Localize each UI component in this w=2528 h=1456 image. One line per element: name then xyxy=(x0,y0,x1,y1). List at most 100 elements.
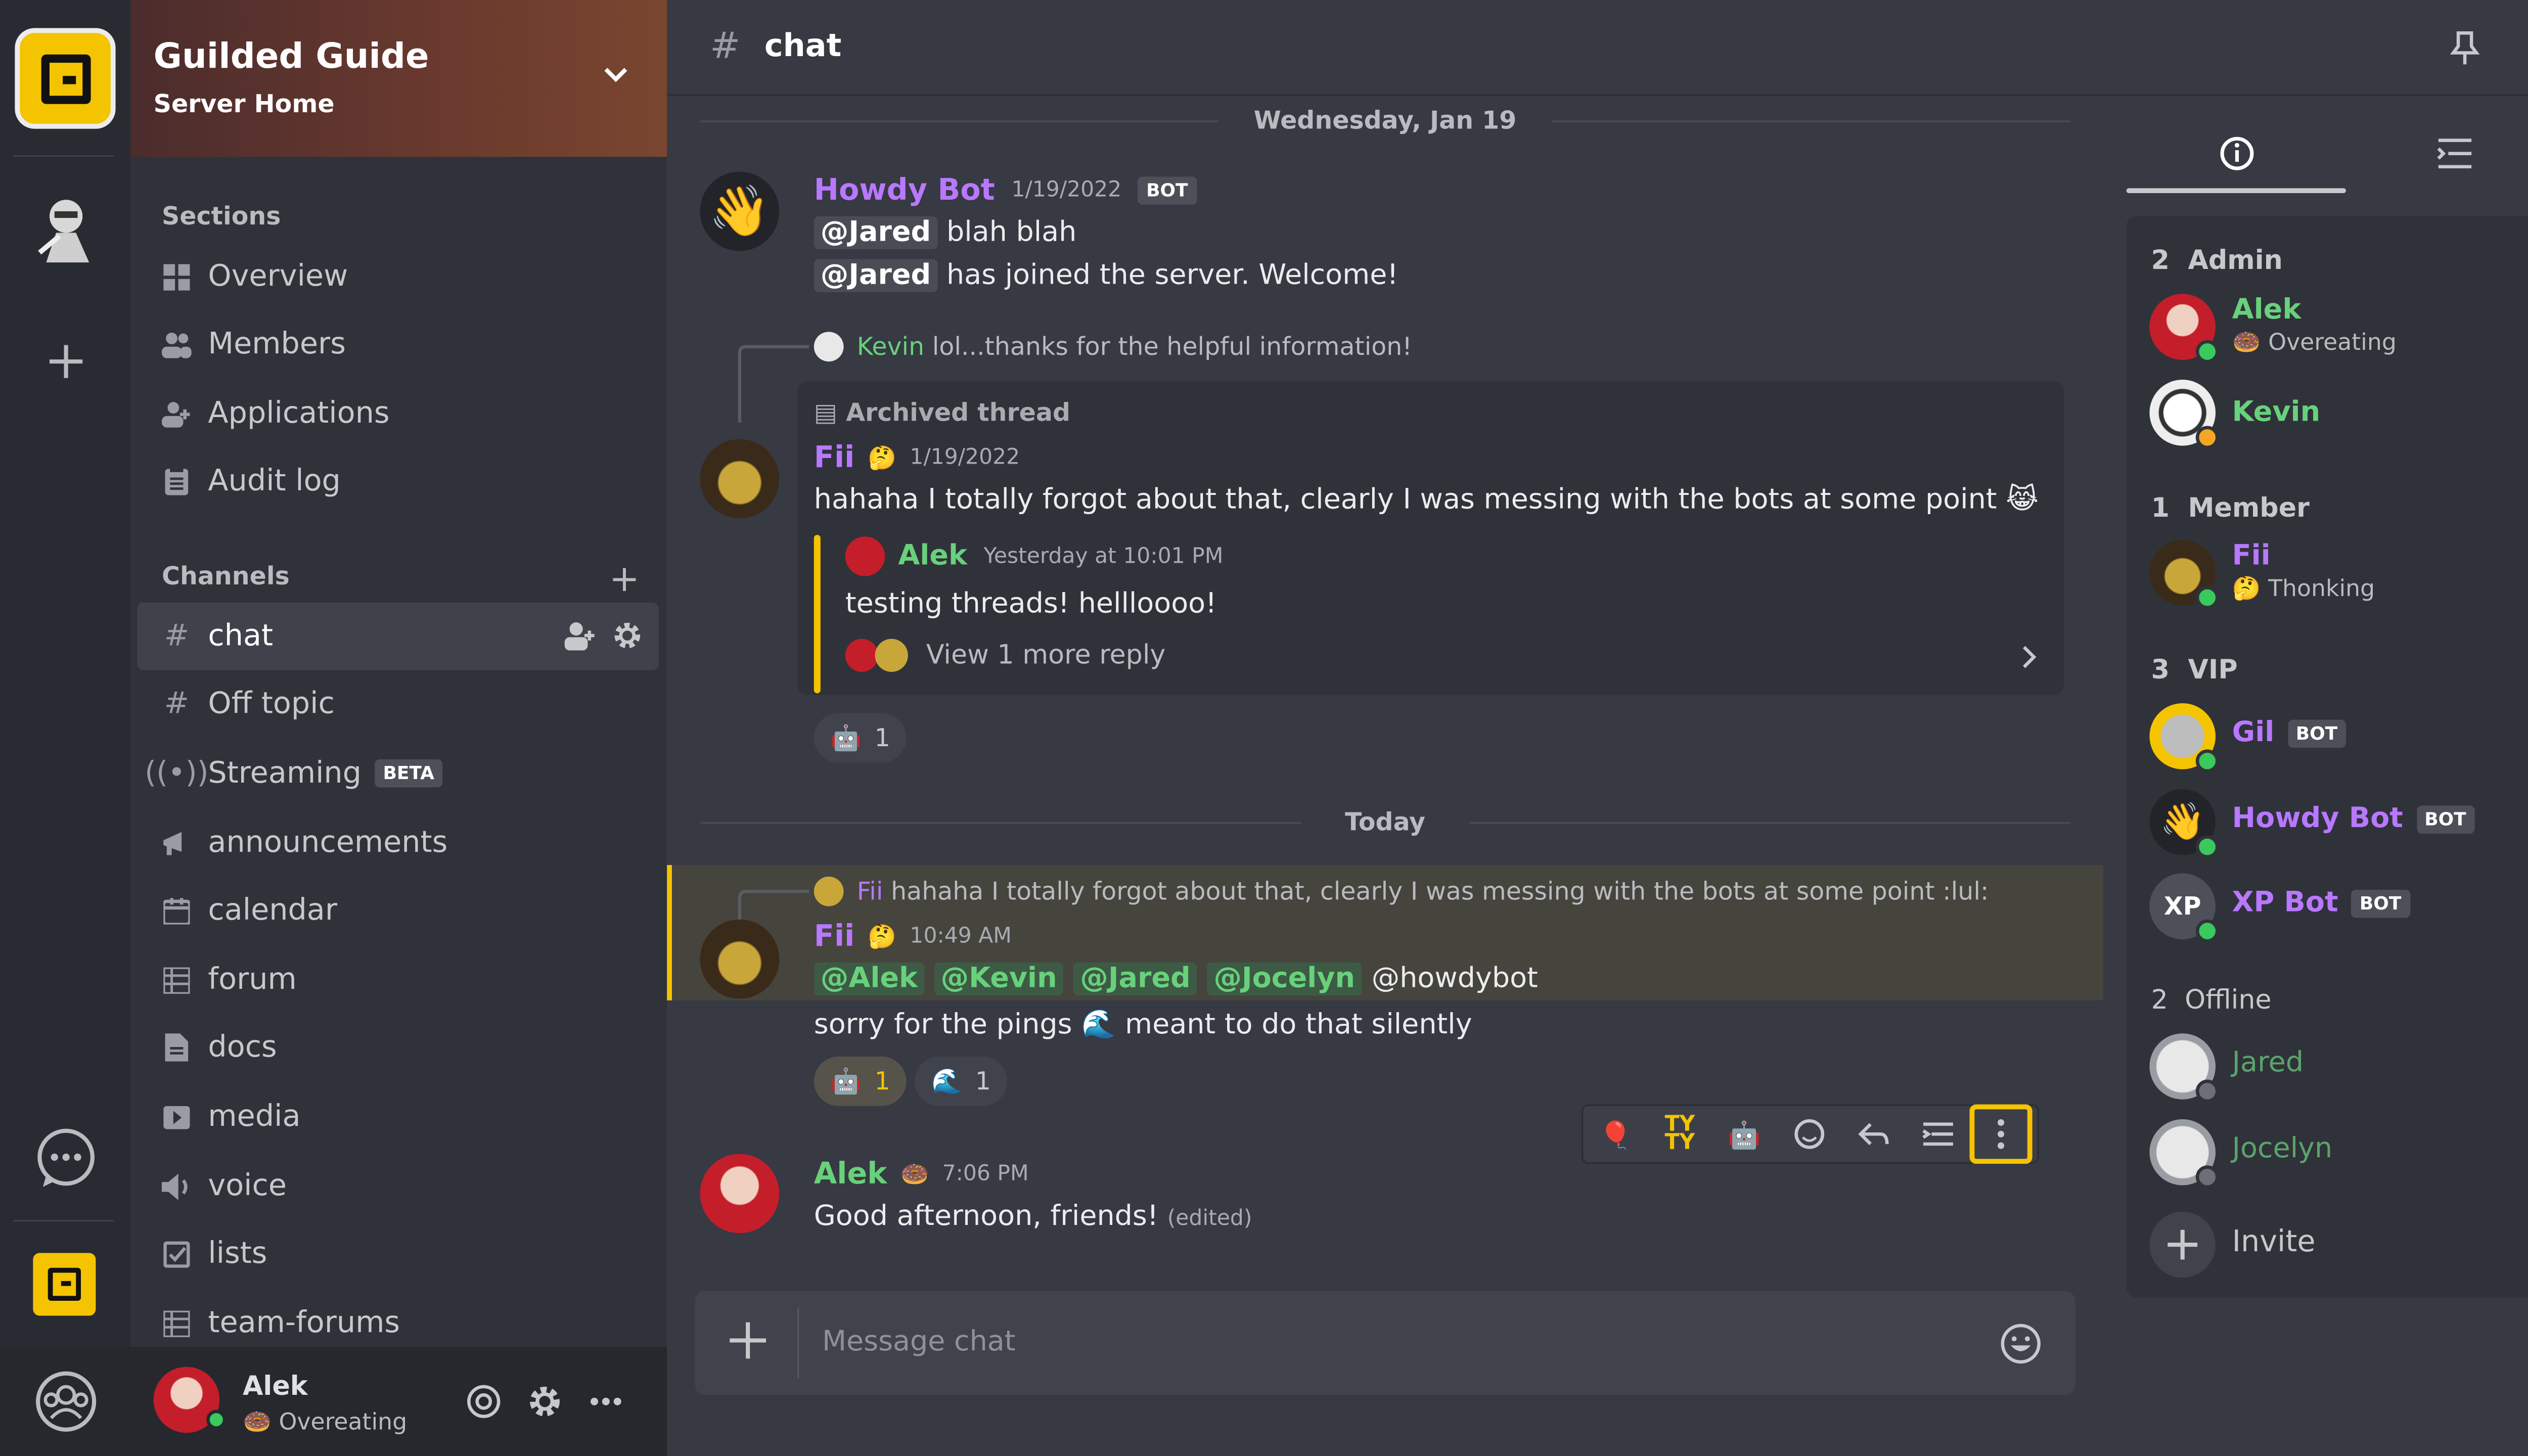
channel-calendar[interactable]: calendar xyxy=(137,877,659,944)
server-icon-knight[interactable] xyxy=(0,185,130,274)
member-item[interactable]: Kevin xyxy=(2149,380,2528,452)
emote-icon: 😹 xyxy=(2006,483,2039,517)
info-icon[interactable] xyxy=(2204,129,2270,178)
server-header[interactable]: Guilded Guide Server Home xyxy=(130,0,667,157)
bot-badge: BOT xyxy=(2287,719,2346,747)
member-status: 🍩 Overeating xyxy=(2232,330,2397,357)
message-input[interactable] xyxy=(822,1315,1945,1369)
member-name-row: XP Bot BOT xyxy=(2232,886,2410,920)
channel-lists[interactable]: lists xyxy=(137,1220,659,1288)
channel-label: team-forums xyxy=(208,1305,400,1341)
guilded-home-button[interactable] xyxy=(15,28,116,129)
nav-item-audit-log[interactable]: Audit log xyxy=(137,447,659,515)
reply-author[interactable]: Alek xyxy=(898,540,967,573)
server-sidebar: Guilded Guide Server Home Sections Overv… xyxy=(130,0,667,1456)
chevron-right-icon[interactable] xyxy=(2021,646,2038,669)
channel-chat[interactable]: # chat xyxy=(137,602,659,670)
nav-item-overview[interactable]: Overview xyxy=(137,243,659,310)
more-vertical-icon[interactable] xyxy=(1969,1104,2033,1164)
member-item[interactable]: Gil BOT xyxy=(2149,703,2528,776)
nav-item-applications[interactable]: Applications xyxy=(137,380,659,447)
avatar[interactable] xyxy=(700,439,780,519)
message-author[interactable]: Fii xyxy=(814,441,854,476)
member-name: Howdy Bot xyxy=(2232,802,2403,836)
message-author[interactable]: Fii xyxy=(814,920,854,954)
server-name: Guilded Guide xyxy=(153,36,429,76)
reaction[interactable]: 🤖 1 xyxy=(814,1056,907,1106)
avatar[interactable] xyxy=(700,1154,780,1234)
reaction[interactable]: 🌊 1 xyxy=(914,1056,1008,1106)
channel-off-topic[interactable]: # Off topic xyxy=(137,670,659,738)
user-mention[interactable]: @Alek xyxy=(814,962,925,995)
more-vertical-icon[interactable] xyxy=(2526,28,2528,68)
add-server-button[interactable] xyxy=(0,337,130,386)
channel-streaming[interactable]: ((•)) Streaming BETA xyxy=(137,740,659,807)
user-mention[interactable]: @Jared xyxy=(814,259,938,292)
channel-docs[interactable]: docs xyxy=(137,1014,659,1081)
avatar xyxy=(814,332,844,362)
user-bar: Alek 🍩 Overeating xyxy=(130,1347,667,1456)
member-item[interactable]: Alek 🍩 Overeating xyxy=(2149,294,2528,367)
attach-plus-icon[interactable] xyxy=(727,1319,770,1362)
gear-icon[interactable] xyxy=(612,621,642,651)
member-list: 2 Admin Alek 🍩 Overeating Kevin 1 Member… xyxy=(2126,216,2528,1298)
message-timestamp: 10:49 AM xyxy=(910,924,1012,949)
invite-button[interactable]: Invite xyxy=(2149,1211,2528,1285)
idle-status-dot xyxy=(2195,426,2219,449)
friends-button[interactable] xyxy=(0,1347,130,1456)
reaction-quick-2-icon[interactable]: TY TY xyxy=(1648,1106,1712,1162)
online-status-dot xyxy=(2195,586,2219,609)
message-composer xyxy=(695,1291,2075,1395)
message-text: Good afternoon, friends! (edited) xyxy=(814,1200,1252,1233)
bot-badge: BOT xyxy=(2351,889,2410,917)
message-author[interactable]: Howdy Bot xyxy=(814,173,995,208)
avatar[interactable] xyxy=(700,919,780,999)
chevron-down-icon[interactable] xyxy=(601,60,631,89)
guilded-server-button[interactable] xyxy=(33,1253,96,1316)
channel-voice[interactable]: voice xyxy=(137,1152,659,1220)
more-horizontal-icon[interactable] xyxy=(588,1383,624,1420)
nav-item-members[interactable]: Members xyxy=(137,310,659,378)
member-item[interactable]: Jocelyn xyxy=(2149,1119,2528,1192)
plus-icon xyxy=(2149,1211,2216,1278)
reaction-quick-3-icon[interactable]: 🤖 xyxy=(1712,1106,1776,1162)
mention-icon[interactable] xyxy=(466,1383,502,1420)
invite-user-icon[interactable] xyxy=(563,621,596,651)
reaction[interactable]: 🤖 1 xyxy=(814,713,907,763)
thread-icon[interactable] xyxy=(1905,1106,1969,1162)
channel-announcements[interactable]: announcements xyxy=(137,809,659,877)
view-more-replies[interactable]: View 1 more reply xyxy=(926,639,1165,670)
reply-icon[interactable] xyxy=(1841,1106,1905,1162)
emoji-picker-icon[interactable] xyxy=(1999,1323,2042,1366)
channel-label: lists xyxy=(208,1236,267,1271)
gear-icon[interactable] xyxy=(527,1383,563,1420)
online-status-dot xyxy=(2195,749,2219,773)
user-name: Alek xyxy=(242,1370,308,1402)
avatar[interactable]: 👋 xyxy=(700,171,780,251)
date-divider-line xyxy=(1552,120,2070,122)
member-item[interactable]: Jared xyxy=(2149,1033,2528,1106)
channel-media[interactable]: media xyxy=(137,1083,659,1151)
member-name: Jared xyxy=(2232,1046,2304,1080)
message-author[interactable]: Alek xyxy=(814,1157,887,1192)
reaction-quick-1-icon[interactable]: 🎈 xyxy=(1583,1106,1647,1162)
user-mention[interactable]: @Jared xyxy=(1073,962,1197,995)
hash-icon: # xyxy=(164,619,190,654)
status-emoji: 🤔 xyxy=(868,444,897,472)
add-reaction-icon[interactable] xyxy=(1776,1106,1840,1162)
pin-icon[interactable] xyxy=(2450,30,2480,66)
add-channel-icon[interactable]: + xyxy=(609,560,640,601)
reply-preview[interactable]: Fii hahaha I totally forgot about that, … xyxy=(857,877,1989,906)
user-mention[interactable]: @Kevin xyxy=(934,962,1064,995)
member-item[interactable]: XP XP Bot BOT xyxy=(2149,873,2528,946)
user-mention[interactable]: @Jared xyxy=(814,216,938,250)
user-mention[interactable]: @Jocelyn xyxy=(1207,962,1362,995)
member-item[interactable]: 👋 Howdy Bot BOT xyxy=(2149,789,2528,862)
emote-icon: 🌊 xyxy=(1081,1009,1116,1042)
direct-messages-button[interactable] xyxy=(0,1126,130,1192)
member-item[interactable]: Fii 🤔 Thonking xyxy=(2149,539,2528,613)
channel-forum[interactable]: forum xyxy=(137,946,659,1014)
status-emoji: 🍩 xyxy=(900,1161,929,1188)
threads-icon[interactable] xyxy=(2422,129,2488,178)
reply-preview[interactable]: Kevin lol...thanks for the helpful infor… xyxy=(857,332,1412,361)
